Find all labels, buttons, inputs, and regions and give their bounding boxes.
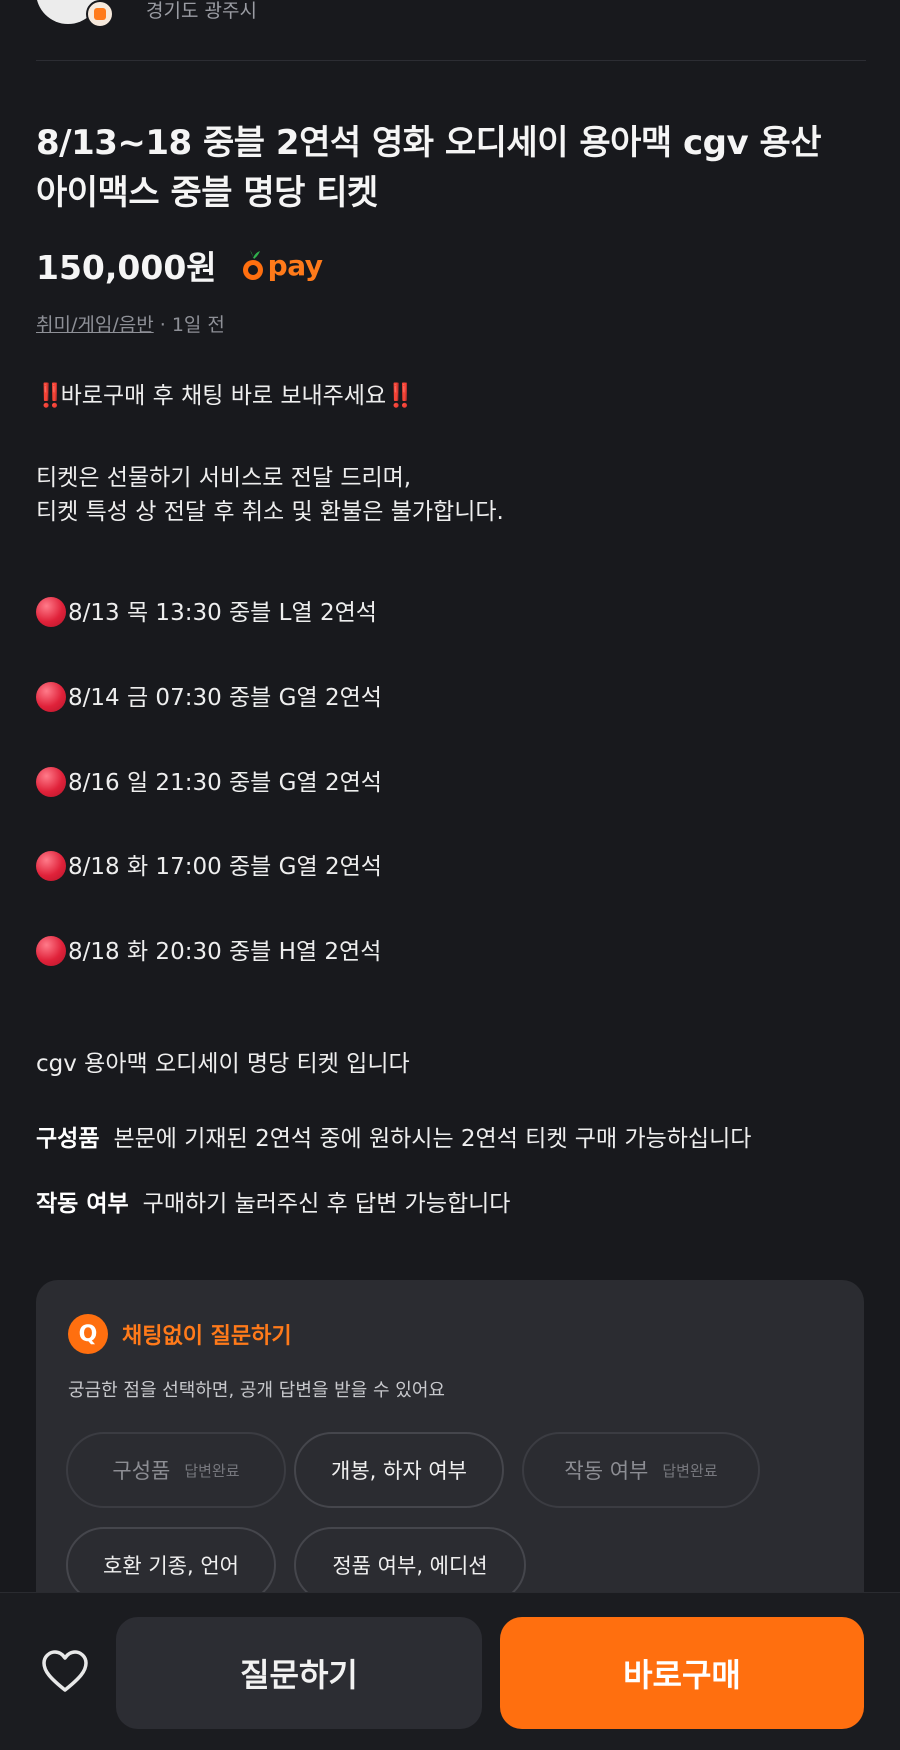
double-exclamation-icon: ‼️: [386, 383, 415, 409]
showtime-item: 8/18 화 17:00 중블 G열 2연석: [36, 851, 382, 883]
policy-line-2: 티켓 특성 상 전달 후 취소 및 환불은 불가합니다.: [36, 499, 504, 525]
spec-label: 작동 여부: [36, 1191, 129, 1217]
spec-row-working: 작동 여부 구매하기 눌러주신 후 답변 가능합니다: [36, 1188, 510, 1220]
notice-line: ‼️바로구매 후 채팅 바로 보내주세요‼️: [36, 380, 415, 412]
buy-now-button[interactable]: 바로구매: [500, 1617, 864, 1729]
showtime-item: 8/16 일 21:30 중블 G열 2연석: [36, 767, 382, 799]
time-ago: · 1일 전: [159, 314, 225, 336]
bottom-action-bar: 질문하기 바로구매: [0, 1592, 900, 1750]
qa-chip-opened-defects[interactable]: 개봉, 하자 여부: [294, 1432, 504, 1508]
chip-status: 답변완료: [662, 1461, 718, 1480]
qa-subtitle: 궁금한 점을 선택하면, 공개 답변을 받을 수 있어요: [68, 1380, 445, 1401]
spec-row-components: 구성품 본문에 기재된 2연석 중에 원하시는 2연석 티켓 구매 가능하십니다: [36, 1123, 751, 1155]
heart-outline-icon[interactable]: [40, 1647, 90, 1697]
pay-badge: pay: [241, 248, 323, 282]
q-bubble-icon: Q: [68, 1314, 108, 1354]
seller-location: 경기도 광주시: [146, 0, 257, 22]
qa-title: 채팅없이 질문하기: [122, 1324, 292, 1349]
red-circle-icon: [36, 767, 66, 797]
red-circle-icon: [36, 936, 66, 966]
showtime-text: 8/14 금 07:30 중블 G열 2연석: [68, 685, 382, 711]
ask-question-button[interactable]: 질문하기: [116, 1617, 482, 1729]
spec-value: 본문에 기재된 2연석 중에 원하시는 2연석 티켓 구매 가능하십니다: [113, 1126, 752, 1152]
price-row: 150,000원 pay: [36, 240, 323, 290]
pay-label: pay: [267, 248, 323, 282]
red-circle-icon: [36, 682, 66, 712]
notice-text: 바로구매 후 채팅 바로 보내주세요: [60, 383, 387, 409]
seller-badge-icon: [86, 0, 114, 28]
showtime-text: 8/18 화 20:30 중블 H열 2연석: [68, 939, 382, 965]
showtime-item: 8/14 금 07:30 중블 G열 2연석: [36, 682, 382, 714]
carrot-pay-icon: [242, 250, 263, 280]
category-link[interactable]: 취미/게임/음반: [36, 314, 154, 336]
listing-meta: 취미/게임/음반 · 1일 전: [36, 310, 225, 337]
qa-chip-working[interactable]: 작동 여부 답변완료: [522, 1432, 760, 1508]
product-detail-page: 경기도 광주시 8/13~18 중블 2연석 영화 오디세이 용아맥 cgv 용…: [0, 0, 900, 1750]
showtime-item: 8/18 화 20:30 중블 H열 2연석: [36, 936, 381, 968]
showtime-text: 8/13 목 13:30 중블 L열 2연석: [68, 600, 377, 626]
chip-label: 구성품: [112, 1459, 171, 1483]
spec-label: 구성품: [36, 1126, 100, 1152]
qa-header: Q 채팅없이 질문하기: [68, 1314, 292, 1354]
policy-line-1: 티켓은 선물하기 서비스로 전달 드리며,: [36, 465, 412, 491]
red-circle-icon: [36, 597, 66, 627]
listing-title: 8/13~18 중블 2연석 영화 오디세이 용아맥 cgv 용산 아이맥스 중…: [36, 123, 822, 213]
showtime-item: 8/13 목 13:30 중블 L열 2연석: [36, 597, 377, 629]
divider: [36, 60, 866, 61]
double-exclamation-icon: ‼️: [36, 383, 65, 409]
price: 150,000원: [36, 248, 217, 287]
closing-line: cgv 용아맥 오디세이 명당 티켓 입니다: [36, 1051, 410, 1077]
showtime-text: 8/18 화 17:00 중블 G열 2연석: [68, 854, 382, 880]
chip-label: 호환 기종, 언어: [103, 1554, 239, 1578]
chip-label: 개봉, 하자 여부: [331, 1459, 467, 1483]
spec-value: 구매하기 눌러주신 후 답변 가능합니다: [142, 1191, 511, 1217]
chip-status: 답변완료: [184, 1461, 240, 1480]
chip-label: 작동 여부: [564, 1459, 649, 1483]
qa-icon-letter: Q: [78, 1321, 98, 1347]
seller-profile[interactable]: 경기도 광주시: [36, 0, 866, 28]
red-circle-icon: [36, 851, 66, 881]
qa-chip-components[interactable]: 구성품 답변완료: [66, 1432, 286, 1508]
chip-label: 정품 여부, 에디션: [332, 1554, 488, 1578]
showtime-text: 8/16 일 21:30 중블 G열 2연석: [68, 770, 382, 796]
